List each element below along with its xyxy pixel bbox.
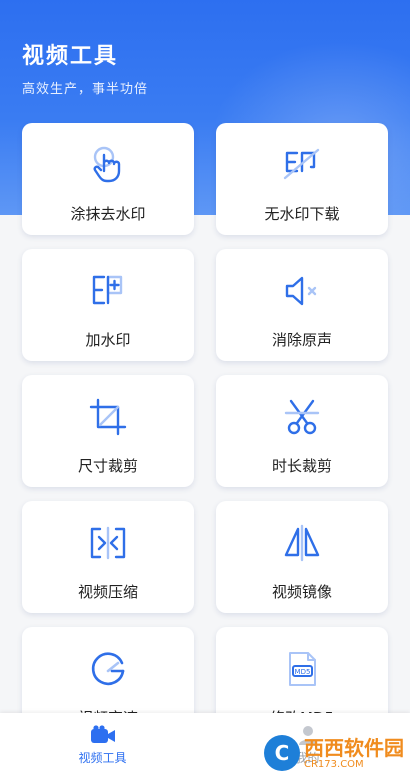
svg-text:MD5: MD5 [295,668,311,676]
tool-card-crop-size[interactable]: 尺寸裁剪 [22,375,194,487]
tool-label: 加水印 [85,331,131,349]
tool-label: 视频镜像 [271,583,332,601]
tool-card-add-watermark[interactable]: 加水印 [22,249,194,361]
tool-label: 尺寸裁剪 [77,457,138,475]
add-watermark-icon [86,269,130,313]
watermark-url: CR173.COM [304,758,364,770]
tab-label: 视频工具 [78,751,127,765]
page-subtitle: 高效生产，事半功倍 [22,82,149,97]
md5-file-icon: MD5 [280,647,324,691]
speed-gauge-icon [86,647,130,691]
no-watermark-icon [280,143,324,187]
crop-icon [86,395,130,439]
scissors-icon [280,395,324,439]
tool-label: 涂抹去水印 [70,205,146,223]
compress-icon [86,521,130,565]
hand-tap-icon [86,143,130,187]
site-watermark: C 西西软件园 CR173.COM [264,735,404,771]
tool-label: 视频压缩 [77,583,138,601]
tool-card-erase-watermark[interactable]: 涂抹去水印 [22,123,194,235]
mirror-icon [280,521,324,565]
tool-label: 时长裁剪 [271,457,332,475]
page-title: 视频工具 [22,44,119,69]
tool-label: 消除原声 [271,331,332,349]
tool-label: 无水印下载 [264,205,340,223]
mute-speaker-icon [280,269,324,313]
tool-card-no-watermark-download[interactable]: 无水印下载 [216,123,388,235]
tool-card-mirror-video[interactable]: 视频镜像 [216,501,388,613]
tool-grid: 涂抹去水印 无水印下载 加水印 消除原声 尺寸裁剪 时长裁剪 视频压缩 视频镜像… [22,123,388,739]
watermark-logo: C [264,735,300,771]
tool-card-compress-video[interactable]: 视频压缩 [22,501,194,613]
tool-card-remove-audio[interactable]: 消除原声 [216,249,388,361]
watermark-text: 西西软件园 CR173.COM [304,737,404,770]
tool-card-trim-duration[interactable]: 时长裁剪 [216,375,388,487]
watermark-title: 西西软件园 [304,735,404,760]
tab-video-tools[interactable]: 视频工具 [0,713,205,777]
video-camera-icon [90,725,115,743]
